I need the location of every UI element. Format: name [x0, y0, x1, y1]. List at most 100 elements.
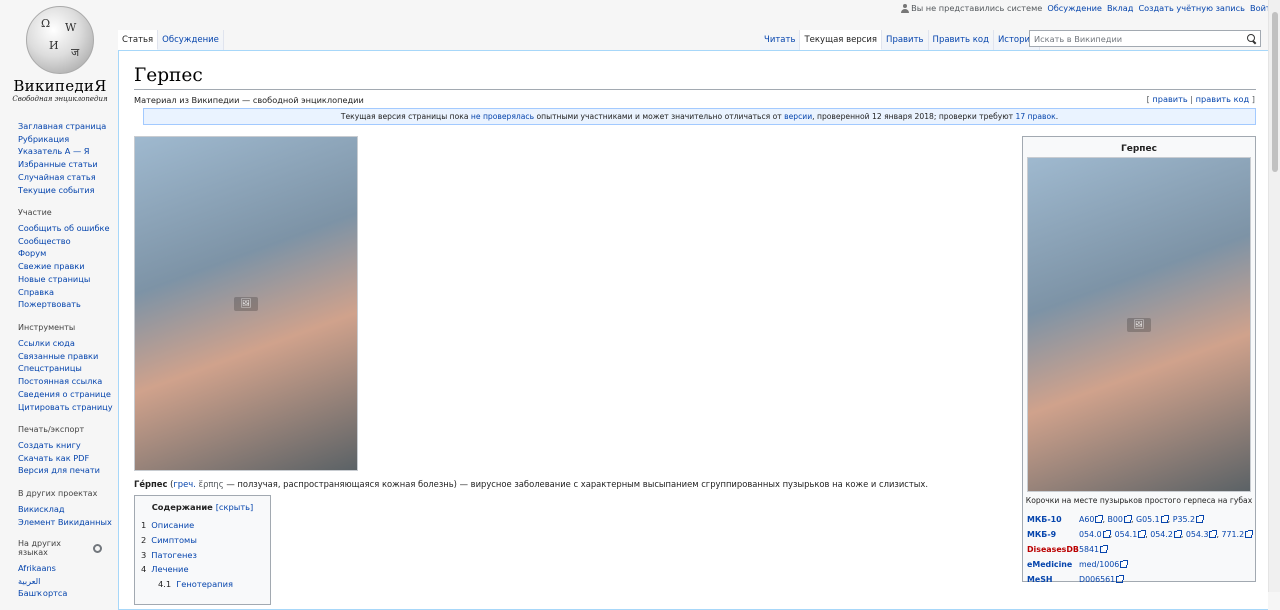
nav-link[interactable]: Ссылки сюда	[18, 338, 75, 348]
external-link-icon	[1196, 515, 1205, 523]
external-code-link[interactable]: 054.2	[1150, 530, 1173, 539]
toc-item[interactable]: 4.1 Генотерапия	[141, 577, 264, 592]
nav-link[interactable]: Справка	[18, 287, 54, 297]
portal-languages: На других языках Afrikaans العربية Башҡо…	[18, 539, 114, 600]
scrollbar-thumb[interactable]	[1272, 12, 1278, 172]
nav-link[interactable]: Текущие события	[18, 185, 95, 195]
gear-icon[interactable]	[93, 543, 102, 553]
contributions-link[interactable]: Вклад	[1107, 3, 1133, 13]
toc-link[interactable]: Генотерапия	[176, 579, 233, 589]
nav-link[interactable]: Заглавная страница	[18, 121, 106, 131]
nav-link[interactable]: Постоянная ссылка	[18, 376, 102, 386]
toc-toggle[interactable]: [скрыть]	[216, 502, 254, 512]
infobox-values: med/1006	[1079, 560, 1253, 569]
talk-link[interactable]: Обсуждение	[1047, 3, 1102, 13]
tab-edit-source[interactable]: Править код	[928, 30, 994, 50]
external-code-link[interactable]: med/1006	[1079, 560, 1119, 569]
nav-link[interactable]: Элемент Викиданных	[18, 517, 112, 527]
external-code-link[interactable]: 054.1	[1115, 530, 1138, 539]
logo-subtitle: Свободная энциклопедия	[12, 95, 108, 103]
tab-read[interactable]: Читать	[760, 30, 801, 50]
nav-link[interactable]: Сведения о странице	[18, 389, 111, 399]
external-link-icon	[1209, 530, 1218, 538]
heading-divider	[134, 89, 1256, 90]
toc-link[interactable]: Патогенез	[151, 550, 197, 560]
infobox-rows: МКБ-10 A60, B00, G05.1, P35.2 МКБ-9 054.0, …	[1027, 512, 1254, 587]
external-code-link[interactable]: 054.0	[1079, 530, 1102, 539]
infobox-key[interactable]: DiseasesDB	[1027, 545, 1079, 554]
external-link-icon	[1138, 530, 1147, 538]
search-icon[interactable]	[1247, 34, 1256, 43]
portal-projects: В других проектах Викисклад Элемент Вики…	[18, 489, 114, 528]
edit-links: [ править | править код ]	[1147, 94, 1255, 104]
nav-link[interactable]: Сообщить об ошибке	[18, 223, 110, 233]
toc-link[interactable]: Симптомы	[151, 535, 197, 545]
external-link-icon	[1123, 515, 1132, 523]
external-link-icon	[1095, 515, 1104, 523]
edit-source-link[interactable]: править код	[1196, 94, 1250, 104]
external-link-icon	[1245, 530, 1254, 538]
language-link[interactable]: Башҡортса	[18, 588, 67, 598]
nav-link[interactable]: Пожертвовать	[18, 299, 81, 309]
edit-link[interactable]: править	[1152, 94, 1187, 104]
external-code-link[interactable]: 771.2	[1222, 530, 1245, 539]
search-placeholder: Искать в Википедии	[1034, 34, 1123, 44]
scrollbar[interactable]	[1268, 0, 1280, 592]
infobox-key[interactable]: eMedicine	[1027, 560, 1079, 569]
nav-link[interactable]: Викисклад	[18, 504, 65, 514]
infobox-key[interactable]: МКБ-9	[1027, 530, 1079, 539]
toc-item[interactable]: 4 Лечение	[141, 562, 264, 577]
nav-link[interactable]: Рубрикация	[18, 134, 69, 144]
lead-image[interactable]: 🖼	[134, 136, 358, 471]
nav-link[interactable]: Свежие правки	[18, 261, 85, 271]
search-input[interactable]: Искать в Википедии	[1029, 30, 1261, 47]
tab-current-version[interactable]: Текущая версия	[800, 30, 883, 50]
language-link[interactable]: Afrikaans	[18, 563, 56, 573]
portal-heading: Инструменты	[18, 323, 76, 332]
version-link[interactable]: версии	[784, 112, 812, 121]
external-code-link[interactable]: G05.1	[1136, 515, 1160, 524]
external-code-link[interactable]: 054.3	[1186, 530, 1209, 539]
external-code-link[interactable]: D006561	[1079, 575, 1115, 584]
tab-article[interactable]: Статья	[118, 30, 159, 50]
infobox-values: 054.0, 054.1, 054.2, 054.3, 771.2	[1079, 530, 1254, 539]
external-code-link[interactable]: B00	[1107, 515, 1122, 524]
create-account-link[interactable]: Создать учётную запись	[1138, 3, 1245, 13]
external-code-link[interactable]: A60	[1079, 515, 1094, 524]
table-of-contents: Содержание [скрыть] 1 Описание 2 Симптомы …	[134, 495, 271, 605]
portal-heading: В других проектах	[18, 489, 98, 498]
nav-link[interactable]: Связанные правки	[18, 351, 98, 361]
infobox-key[interactable]: MeSH	[1027, 575, 1079, 584]
nav-link[interactable]: Версия для печати	[18, 465, 100, 475]
toc-item[interactable]: 2 Симптомы	[141, 533, 264, 548]
infobox-caption: Корочки на месте пузырьков простого герп…	[1025, 496, 1253, 505]
nav-link[interactable]: Цитировать страницу	[18, 402, 113, 412]
toc-link[interactable]: Лечение	[151, 564, 188, 574]
site-subtitle: Материал из Википедии — свободной энцикл…	[134, 95, 364, 105]
nav-link[interactable]: Создать книгу	[18, 440, 81, 450]
external-code-link[interactable]: 5841	[1079, 545, 1099, 554]
infobox-row: MeSH D006561	[1027, 572, 1253, 587]
not-reviewed-link[interactable]: не проверялась	[471, 112, 534, 121]
nav-link[interactable]: Новые страницы	[18, 274, 90, 284]
wikipedia-logo[interactable]: Ω W И ज ВикипедиЯ Свободная энциклопедия	[12, 6, 108, 103]
tab-edit[interactable]: Править	[882, 30, 929, 50]
greek-language-link[interactable]: греч.	[173, 479, 195, 489]
external-code-link[interactable]: P35.2	[1173, 515, 1195, 524]
nav-link[interactable]: Указатель А — Я	[18, 146, 89, 156]
language-link[interactable]: العربية	[18, 576, 40, 586]
nav-link[interactable]: Форум	[18, 248, 46, 258]
toc-link[interactable]: Описание	[151, 520, 194, 530]
pending-edits-link[interactable]: 17 правок	[1016, 112, 1056, 121]
nav-link[interactable]: Сообщество	[18, 236, 71, 246]
tab-discussion[interactable]: Обсуждение	[158, 30, 224, 50]
nav-link[interactable]: Случайная статья	[18, 172, 96, 182]
infobox-image[interactable]: 🖼	[1027, 157, 1251, 492]
infobox-row: МКБ-10 A60, B00, G05.1, P35.2	[1027, 512, 1253, 527]
infobox-key[interactable]: МКБ-10	[1027, 515, 1079, 524]
toc-item[interactable]: 1 Описание	[141, 518, 264, 533]
nav-link[interactable]: Скачать как PDF	[18, 453, 89, 463]
nav-link[interactable]: Избранные статьи	[18, 159, 98, 169]
nav-link[interactable]: Спецстраницы	[18, 363, 82, 373]
toc-item[interactable]: 3 Патогенез	[141, 548, 264, 563]
